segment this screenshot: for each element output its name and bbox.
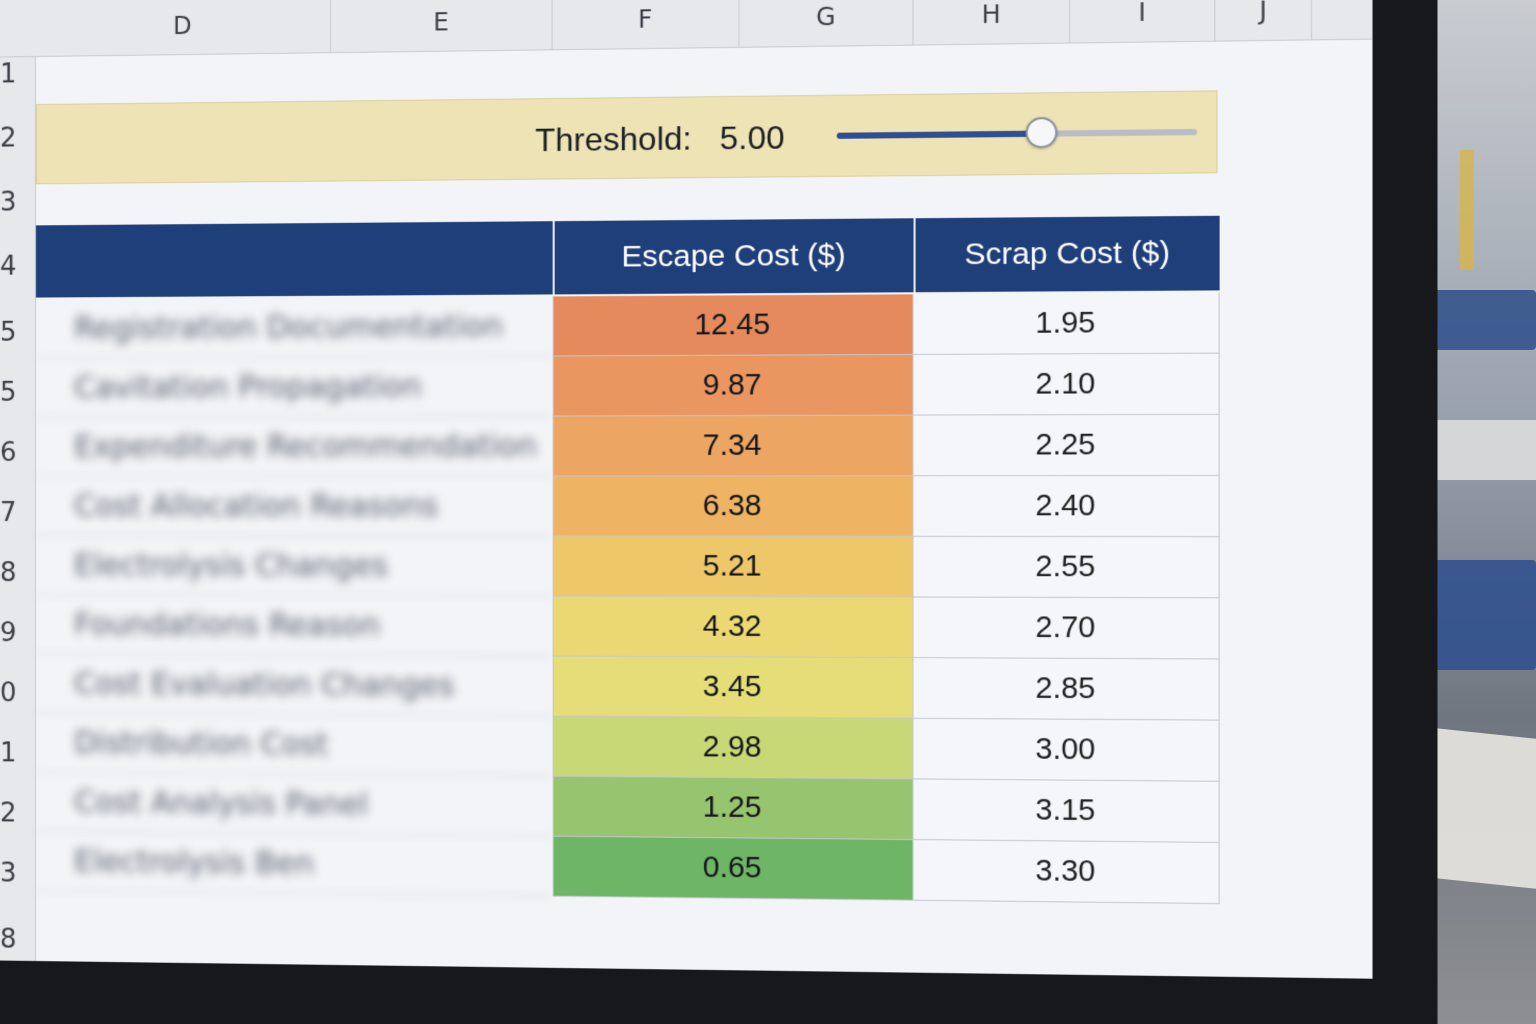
background-pillar (1460, 150, 1474, 270)
row-number[interactable]: 6 (0, 438, 36, 468)
table-header-item (35, 221, 553, 298)
row-header-column: 1 2 3 4 5 5 6 7 8 9 0 1 2 3 8 (0, 57, 36, 962)
row-number[interactable]: 7 (0, 498, 36, 528)
threshold-value: 5.00 (719, 118, 785, 157)
slider-fill (836, 130, 1042, 139)
threshold-slider[interactable] (836, 116, 1198, 149)
row-number[interactable]: 8 (0, 558, 36, 588)
row-label[interactable]: Expenditure Recommendation (35, 416, 553, 477)
escape-cost-cell[interactable]: 4.32 (552, 596, 914, 659)
column-header-j[interactable]: J (1215, 0, 1313, 42)
row-number[interactable]: 5 (0, 318, 36, 348)
monitor: D E F G H I J 1 2 3 4 5 5 6 7 8 9 0 1 2 … (0, 0, 1438, 1024)
spreadsheet-screen: D E F G H I J 1 2 3 4 5 5 6 7 8 9 0 1 2 … (0, 0, 1373, 979)
escape-cost-cell[interactable]: 6.38 (552, 476, 914, 537)
scrap-cost-cell[interactable]: 3.30 (913, 840, 1220, 905)
row-number[interactable]: 5 (0, 378, 36, 408)
scrap-cost-cell[interactable]: 2.70 (913, 597, 1220, 660)
threshold-label: Threshold: (535, 119, 692, 159)
row-number[interactable]: 1 (0, 59, 36, 89)
row-label[interactable]: Cost Allocation Reasons (35, 476, 553, 537)
scrap-cost-cell[interactable]: 2.10 (913, 353, 1220, 416)
row-number[interactable]: 2 (0, 798, 36, 828)
threshold-band: Threshold: 5.00 (35, 90, 1218, 185)
row-label[interactable]: Cavitation Propagation (35, 356, 553, 418)
scrap-cost-cell[interactable]: 2.85 (913, 658, 1220, 721)
table-header-scrap-cost[interactable]: Scrap Cost ($) (913, 215, 1220, 293)
row-label[interactable]: Cost Analysis Panel (35, 772, 553, 837)
escape-cost-cell[interactable]: 2.98 (552, 716, 914, 780)
row-label[interactable]: Electrolysis Ben (35, 831, 553, 897)
column-header-g[interactable]: G (739, 0, 914, 48)
escape-cost-cell[interactable]: 9.87 (552, 354, 914, 417)
row-number[interactable]: 0 (0, 678, 36, 708)
escape-cost-cell[interactable]: 7.34 (552, 415, 914, 477)
column-header-h[interactable]: H (913, 0, 1071, 46)
scrap-cost-cell[interactable]: 3.15 (913, 779, 1220, 843)
row-label[interactable]: Electrolysis Changes (35, 536, 553, 597)
column-header-e[interactable]: E (331, 0, 553, 54)
scrap-cost-cell[interactable]: 1.95 (913, 292, 1220, 355)
scrap-cost-cell[interactable]: 3.00 (913, 718, 1220, 782)
escape-cost-cell[interactable]: 5.21 (552, 536, 914, 598)
row-number[interactable]: 4 (0, 251, 36, 282)
row-label[interactable]: Cost Evaluation Changes (35, 654, 553, 717)
slider-thumb[interactable] (1025, 116, 1058, 149)
row-label[interactable]: Registration Documentation (35, 296, 553, 359)
row-number[interactable]: 2 (0, 123, 36, 153)
row-label[interactable]: Distribution Cost (35, 713, 553, 777)
row-number[interactable]: 3 (0, 858, 36, 888)
row-number[interactable]: 9 (0, 618, 36, 648)
escape-cost-cell[interactable]: 12.45 (552, 294, 914, 357)
escape-cost-cell[interactable]: 0.65 (552, 836, 914, 901)
column-header-i[interactable]: I (1070, 0, 1216, 44)
column-header-d[interactable]: D (35, 0, 332, 58)
row-number[interactable]: 1 (0, 738, 36, 768)
row-number[interactable]: 8 (0, 924, 36, 955)
scrap-cost-cell[interactable]: 2.40 (913, 475, 1220, 538)
table-header-escape-cost[interactable]: Escape Cost ($) (552, 218, 914, 295)
escape-cost-cell[interactable]: 1.25 (552, 776, 914, 841)
row-number[interactable]: 3 (0, 187, 36, 217)
scrap-cost-cell[interactable]: 2.55 (913, 536, 1220, 599)
escape-cost-cell[interactable]: 3.45 (552, 656, 914, 719)
column-header-f[interactable]: F (552, 0, 740, 51)
row-label[interactable]: Foundations Reason (35, 595, 553, 657)
scrap-cost-cell[interactable]: 2.25 (913, 414, 1220, 477)
